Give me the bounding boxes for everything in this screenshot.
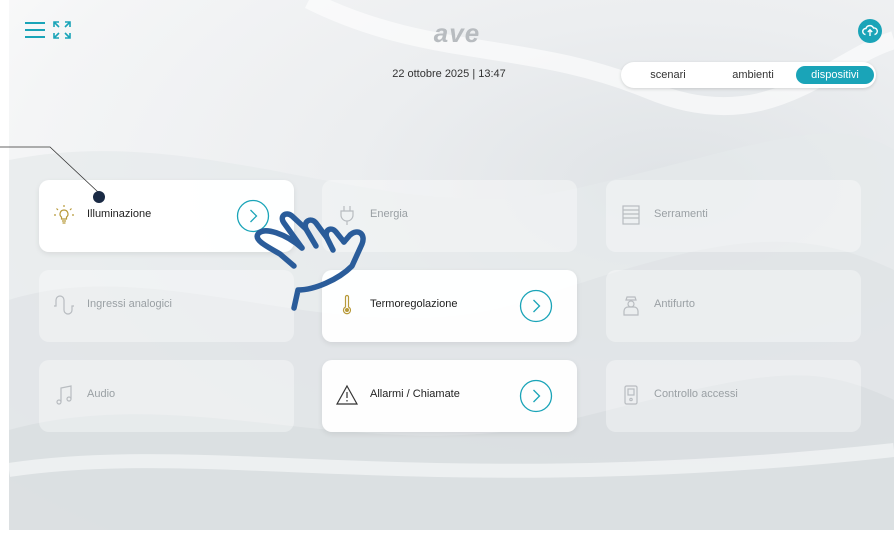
chevron-right-icon[interactable] — [519, 379, 553, 413]
tab-scenari[interactable]: scenari — [633, 66, 703, 84]
top-bar: ave — [9, 0, 894, 70]
device-tile-energia[interactable]: Energia — [322, 180, 577, 252]
thermometer-icon — [342, 294, 352, 315]
view-switcher: scenari ambienti dispositivi — [621, 62, 876, 88]
device-tile-allarmi-chiamate[interactable]: Allarmi / Chiamate — [322, 360, 577, 432]
device-label: Antifurto — [654, 298, 695, 310]
device-label: Ingressi analogici — [87, 298, 172, 310]
cloud-upload-icon[interactable] — [858, 19, 882, 43]
device-tile-serramenti[interactable]: Serramenti — [606, 180, 861, 252]
date-time: 22 ottobre 2025 | 13:47 — [392, 68, 506, 80]
warning-icon — [336, 384, 358, 405]
music-icon — [56, 385, 72, 405]
device-label: Allarmi / Chiamate — [370, 388, 460, 400]
shutter-icon — [622, 205, 640, 225]
device-label: Controllo accessi — [654, 388, 738, 400]
device-tile-termoregolazione[interactable]: Termoregolazione — [322, 270, 577, 342]
device-tile-ingressi-analogici[interactable]: Ingressi analogici — [39, 270, 294, 342]
device-tile-illuminazione[interactable]: Illuminazione — [39, 180, 294, 252]
chevron-right-icon[interactable] — [519, 289, 553, 323]
device-tile-controllo-accessi[interactable]: Controllo accessi — [606, 360, 861, 432]
bulb-icon — [54, 205, 74, 224]
guard-icon — [623, 296, 639, 316]
hamburger-menu-icon[interactable] — [25, 22, 45, 38]
wave-icon — [54, 295, 74, 315]
device-label: Illuminazione — [87, 208, 152, 220]
device-label: Energia — [370, 208, 408, 220]
device-label: Termoregolazione — [370, 298, 458, 310]
tab-dispositivi[interactable]: dispositivi — [796, 66, 874, 84]
ave-logo: ave — [433, 18, 481, 48]
door-phone-icon — [624, 385, 638, 405]
chevron-right-icon[interactable] — [236, 199, 270, 233]
device-tile-antifurto[interactable]: Antifurto — [606, 270, 861, 342]
device-label: Audio — [87, 388, 116, 400]
device-label: Serramenti — [654, 208, 708, 220]
plug-icon — [340, 206, 354, 225]
app-screen: ave 22 ottobre 2025 | 13:47 scenari ambi… — [9, 0, 894, 530]
tab-ambienti[interactable]: ambienti — [713, 66, 793, 84]
device-tile-audio[interactable]: Audio — [39, 360, 294, 432]
expand-icon[interactable] — [53, 21, 71, 39]
